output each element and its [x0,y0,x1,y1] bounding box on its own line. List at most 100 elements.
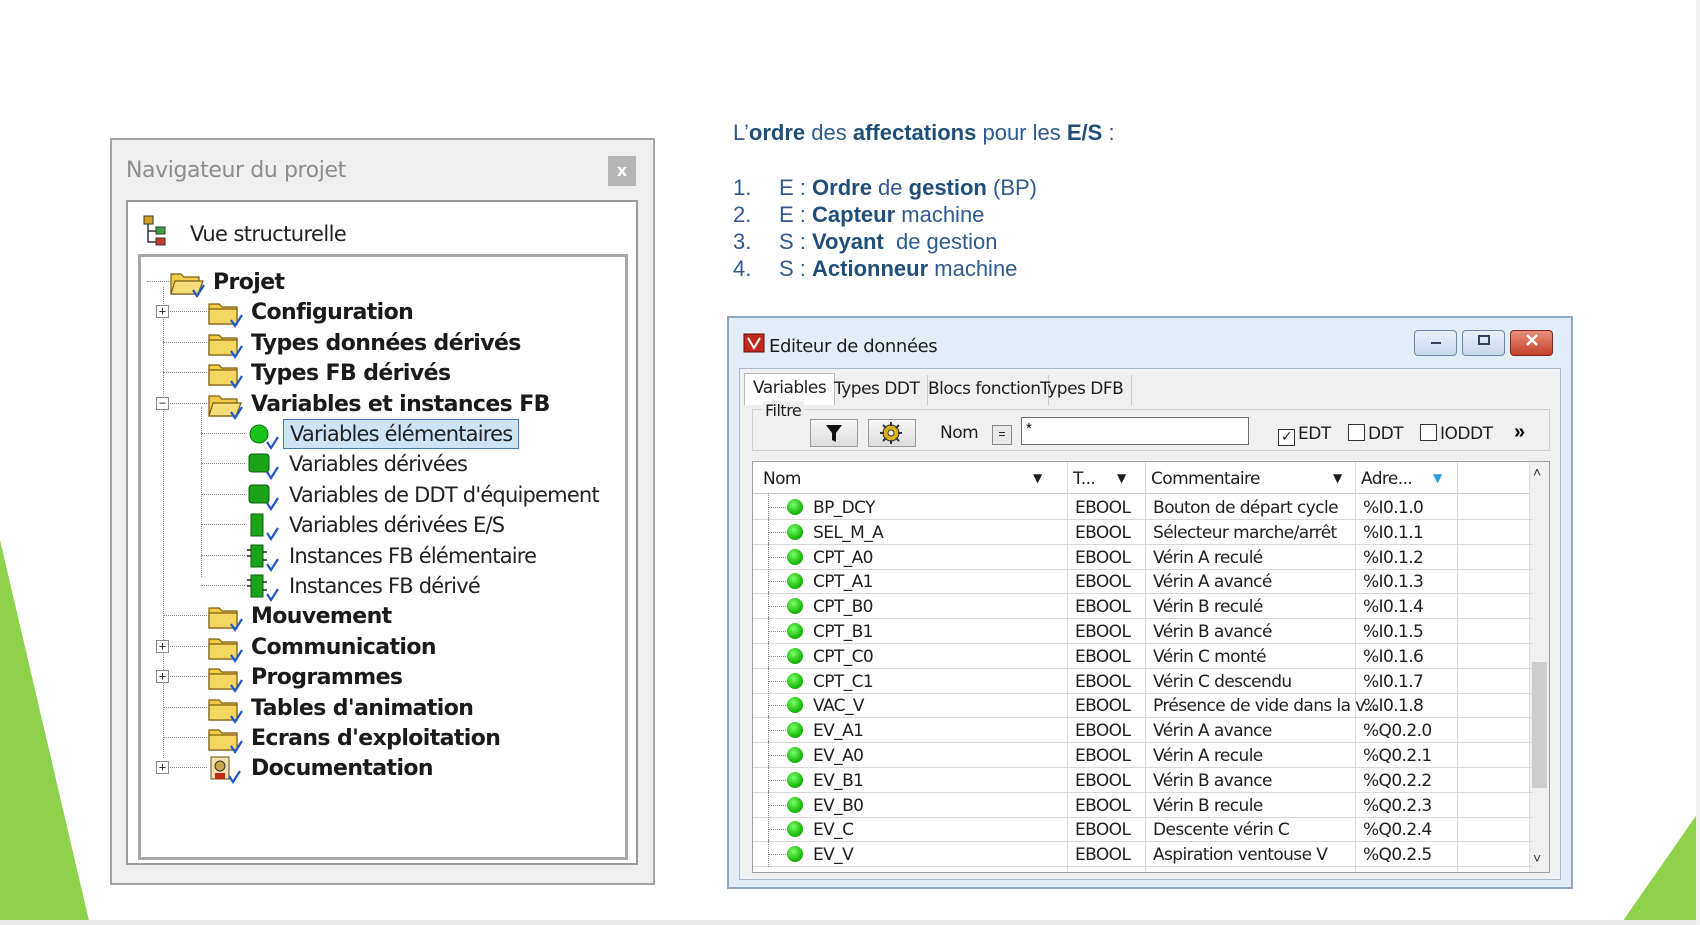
tree-connector [768,606,786,608]
variable-address-cell: %I0.1.5 [1363,622,1424,642]
table-row[interactable]: CPT_C0 EBOOL Vérin C monté %I0.1.6 [753,641,1533,669]
scroll-up-icon[interactable]: ˄ [1533,464,1541,480]
scroll-down-icon[interactable]: ˅ [1533,850,1541,866]
checkbox-label: DDT [1368,424,1404,444]
table-row[interactable]: CPT_A1 EBOOL Vérin A avancé %I0.1.3 [753,567,1533,595]
tree-connector [163,645,207,647]
funnel-icon [826,425,842,442]
table-row[interactable]: CPT_A0 EBOOL Vérin A reculé %I0.1.2 [753,542,1533,570]
table-row[interactable]: BP_DCY EBOOL Bouton de départ cycle %I0.1.0 [753,493,1533,520]
column-header-label: T... [1073,469,1096,489]
variable-address-cell: %Q0.2.0 [1363,721,1432,742]
tree-item-label: Variables et instances FB [251,391,550,417]
tree-connector [163,706,207,708]
dropdown-arrow-icon: ▼ [1333,471,1342,485]
more-options-button[interactable]: » [1514,421,1525,444]
table-row[interactable]: EV_V EBOOL Aspiration ventouse V %Q0.2.5 [753,840,1533,868]
edt-checkbox[interactable]: ✓ EDT [1278,424,1331,446]
table-row[interactable]: CPT_B0 EBOOL Vérin B reculé %I0.1.4 [753,592,1533,620]
tab-types-ddt[interactable]: Types DDT [826,375,929,405]
collapse-icon[interactable]: − [156,396,169,410]
column-header-address[interactable]: Adre... ▼ [1361,469,1442,489]
slide-decoration-left [0,540,90,925]
variable-comment-cell: Vérin B recule [1153,795,1263,816]
table-row[interactable]: EV_B0 EBOOL Vérin B recule %Q0.2.3 [753,790,1533,818]
variable-type-cell: EBOOL [1075,547,1131,568]
tree-connector [768,631,786,632]
tree-connector [768,680,786,682]
variable-name-cell: CPT_C1 [813,671,874,692]
ioddt-checkbox[interactable]: IODDT [1420,424,1493,444]
tree-connector [163,402,207,404]
data-editor-body: Variables Types DDT Blocs fonction Types… [739,368,1561,880]
column-header-name[interactable]: Nom ▼ [763,469,1042,489]
variables-table: Nom ▼ T... ▼ Commentaire ▼ Adre... ▼ ˄ ˅… [752,461,1550,873]
table-row[interactable]: CPT_C1 EBOOL Vérin C descendu %I0.1.7 [753,666,1533,694]
checkbox-icon [1420,424,1437,441]
variable-comment-cell: Descente vérin C [1153,820,1290,841]
tree-item-label: Instances FB élémentaire [289,543,537,568]
table-row[interactable]: EV_A1 EBOOL Vérin A avance %Q0.2.0 [753,716,1533,744]
navigator-panel: Vue structurelle Projet + Configuration Typ… [126,200,638,865]
item-text-bold: Voyant [812,229,884,254]
variable-address-cell: %I0.1.2 [1363,547,1424,568]
variable-name-cell: VAC_V [813,696,864,717]
close-button[interactable] [1510,330,1553,356]
tree-connector [768,705,786,707]
filter-settings-button[interactable] [868,419,916,447]
assignment-item: 1. E : Ordre de gestion (BP) [733,175,1037,201]
equals-operator-button[interactable]: = [992,425,1012,445]
tree-connector [163,311,207,313]
expand-icon[interactable]: + [156,670,169,684]
green-dot-icon [787,573,803,590]
tab-blocs-fonction[interactable]: Blocs fonction [920,375,1050,405]
variable-type-cell: EBOOL [1075,646,1131,667]
expand-icon[interactable]: + [156,761,169,775]
slide-footer-band [0,920,1700,925]
tab-types-dfb[interactable]: Types DFB [1032,375,1133,405]
heading-part: : [1102,120,1115,145]
variable-type-cell: EBOOL [1075,820,1131,841]
tree-connector [163,676,207,678]
item-number: 1. [733,175,752,200]
tree-connector [768,581,786,583]
table-row[interactable]: EV_B1 EBOOL Vérin B avance %Q0.2.2 [753,765,1533,793]
variable-type-cell: EBOOL [1075,795,1131,816]
expand-icon[interactable]: + [156,305,169,319]
tree-item-label: Variables élémentaires [283,419,520,449]
item-text-bold: Ordre [812,175,872,200]
variable-comment-cell: Vérin A reculé [1153,547,1263,568]
heading-part-bold: affectations [852,120,977,145]
navigator-close-button[interactable]: x [608,156,636,186]
tree-connector [201,524,245,526]
table-header: Nom ▼ T... ▼ Commentaire ▼ Adre... ▼ [753,462,1533,494]
tree-connector [768,531,786,533]
minimize-button[interactable] [1414,330,1457,356]
dropdown-arrow-icon: ▼ [1033,471,1042,485]
green-dot-icon [787,747,803,763]
scrollbar-thumb[interactable] [1532,662,1547,788]
variable-comment-cell: Sélecteur marche/arrêt [1153,522,1337,543]
maximize-button[interactable] [1462,330,1505,356]
tree-connector [768,854,786,856]
structural-view-header: Vue structurelle [142,210,622,250]
green-dot-icon [787,697,803,714]
table-row[interactable]: CPT_B1 EBOOL Vérin B avancé %I0.1.5 [753,617,1533,644]
green-dot-icon [787,523,803,540]
ddt-checkbox[interactable]: DDT [1348,424,1404,444]
column-header-comment[interactable]: Commentaire ▼ [1151,469,1342,489]
table-row[interactable]: EV_A0 EBOOL Vérin A recule %Q0.2.1 [753,741,1533,768]
column-header-label: Adre... [1361,469,1413,489]
table-row[interactable]: EV_C EBOOL Descente vérin C %Q0.2.4 [753,815,1533,843]
column-header-type[interactable]: T... ▼ [1073,469,1126,489]
variable-comment-cell: Présence de vide dans la v... [1153,696,1378,717]
name-filter-input[interactable]: * [1021,417,1249,445]
table-row[interactable]: VAC_V EBOOL Présence de vide dans la v...%… [753,691,1533,719]
apply-filter-button[interactable] [810,419,858,447]
variable-address-cell: %Q0.2.2 [1363,770,1432,791]
table-row[interactable]: SEL_M_A EBOOL Sélecteur marche/arrêt %I0.1.… [753,517,1533,545]
green-dot-icon [787,846,803,863]
item-text: (BP) [986,175,1037,200]
tree-item-label: Types données dérivés [251,330,521,356]
expand-icon[interactable]: + [156,639,169,653]
